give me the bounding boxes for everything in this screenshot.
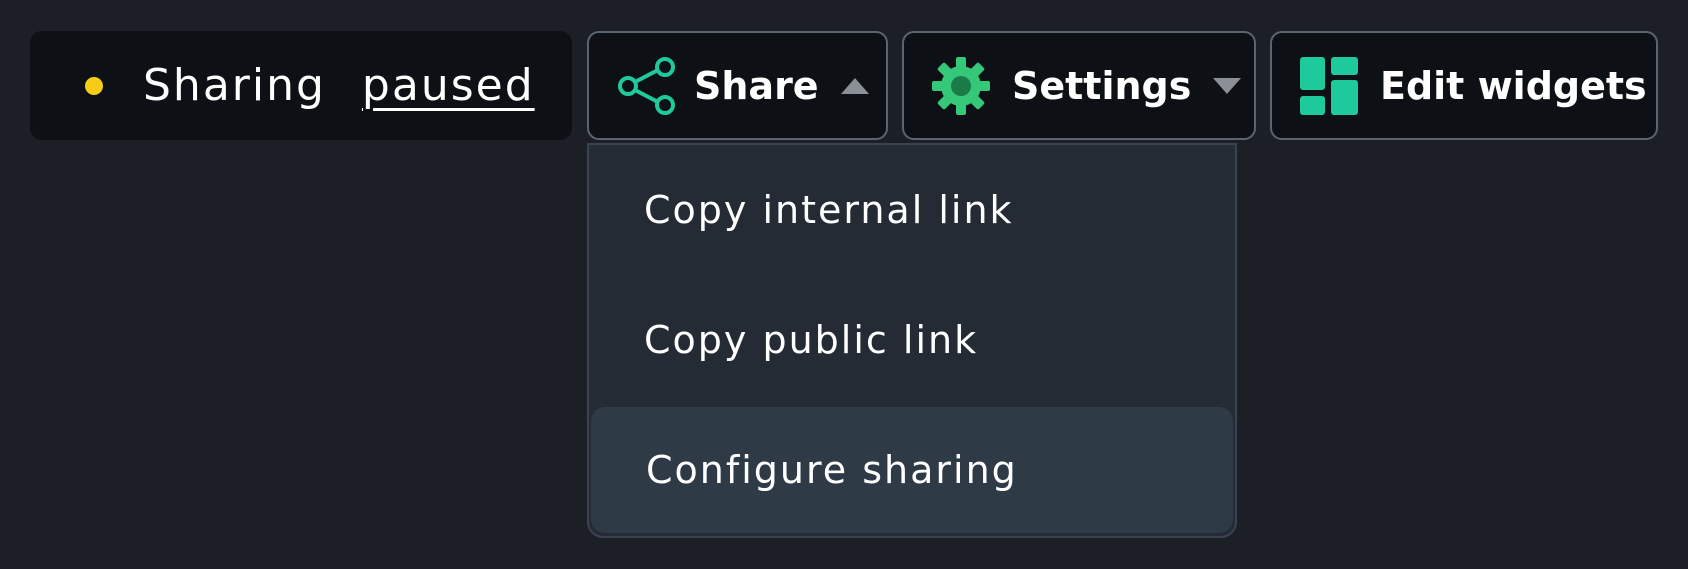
settings-button-label: Settings	[1012, 63, 1192, 108]
share-icon	[616, 55, 678, 117]
sharing-status: Sharing paused	[30, 31, 572, 140]
edit-widgets-button-label: Edit widgets	[1380, 63, 1647, 108]
caret-down-icon	[1213, 77, 1242, 94]
menu-item-copy-public-link[interactable]: Copy public link	[589, 275, 1235, 405]
settings-button[interactable]: Settings	[902, 31, 1256, 140]
share-button-label: Share	[694, 63, 819, 108]
share-dropdown-menu: Copy internal link Copy public link Conf…	[587, 143, 1237, 538]
gear-icon	[930, 55, 992, 117]
status-paused-link[interactable]: paused	[362, 60, 535, 111]
dashboard-toolbar: Sharing paused Share Settings Edit widge…	[0, 0, 1688, 569]
status-dot	[85, 76, 103, 95]
status-label: Sharing	[143, 60, 326, 111]
edit-widgets-button[interactable]: Edit widgets	[1270, 31, 1658, 140]
menu-item-configure-sharing[interactable]: Configure sharing	[591, 407, 1233, 533]
share-button[interactable]: Share	[587, 31, 888, 140]
widgets-layout-icon	[1298, 55, 1360, 117]
menu-item-copy-internal-link[interactable]: Copy internal link	[589, 145, 1235, 275]
caret-up-icon	[840, 77, 869, 94]
